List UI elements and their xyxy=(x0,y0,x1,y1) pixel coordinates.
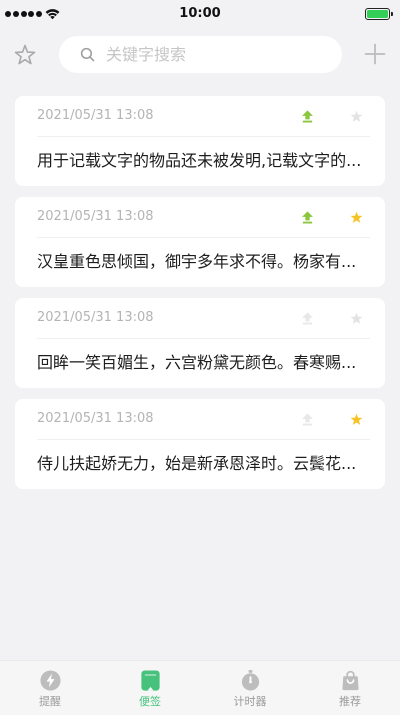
signal-dot xyxy=(36,11,43,17)
divider xyxy=(37,439,370,440)
note-card[interactable]: 2021/05/31 13:08 侍儿扶起娇无力，始是新承恩泽时。云鬓花... xyxy=(15,399,385,489)
divider xyxy=(37,338,370,339)
star-icon xyxy=(350,110,362,122)
tab-timer-label: 计时器 xyxy=(233,695,267,708)
app-screen: 10:00 2021/ xyxy=(0,0,400,715)
note-card[interactable]: 2021/05/31 13:08 用于记载文字的物品还未被发明,记载文字的... xyxy=(15,96,385,186)
reminder-bolt-icon xyxy=(39,670,61,691)
pin-to-top-icon xyxy=(301,109,313,122)
pin-to-top-button[interactable] xyxy=(298,410,316,428)
signal-dot xyxy=(20,11,27,17)
battery-tip xyxy=(391,12,393,16)
note-card[interactable]: 2021/05/31 13:08 回眸一笑百媚生，六宫粉黛无颜色。春寒赐... xyxy=(15,298,385,388)
wifi-icon xyxy=(45,9,60,20)
divider xyxy=(37,136,370,137)
tab-notes[interactable]: 便签 xyxy=(100,661,200,715)
signal-dot xyxy=(12,11,19,17)
tab-notes-label: 便签 xyxy=(139,695,161,708)
search-icon xyxy=(80,47,95,62)
pin-to-top-icon xyxy=(301,412,313,425)
note-card-header: 2021/05/31 13:08 xyxy=(15,96,385,136)
star-outline-icon xyxy=(14,44,36,65)
tab-recommend-label: 推荐 xyxy=(339,695,361,708)
plus-icon xyxy=(364,43,386,65)
header xyxy=(0,28,400,80)
pin-to-top-button[interactable] xyxy=(298,208,316,226)
tab-reminder-label: 提醒 xyxy=(39,695,61,708)
status-time: 10:00 xyxy=(179,6,221,21)
add-note-button[interactable] xyxy=(362,41,388,67)
pin-to-top-icon xyxy=(301,311,313,324)
pin-to-top-button[interactable] xyxy=(298,309,316,327)
note-date: 2021/05/31 13:08 xyxy=(37,310,154,325)
note-card-header: 2021/05/31 13:08 xyxy=(15,197,385,237)
note-text: 用于记载文字的物品还未被发明,记载文字的... xyxy=(37,151,362,170)
star-button[interactable] xyxy=(347,208,365,226)
star-icon xyxy=(350,413,362,425)
star-button[interactable] xyxy=(347,410,365,428)
note-text: 汉皇重色思倾国，御宇多年求不得。杨家有... xyxy=(37,252,357,271)
note-date: 2021/05/31 13:08 xyxy=(37,411,154,426)
star-button[interactable] xyxy=(347,309,365,327)
notebook-icon xyxy=(140,670,160,691)
note-date: 2021/05/31 13:08 xyxy=(37,209,154,224)
signal-dot xyxy=(5,11,11,17)
search-bar[interactable] xyxy=(59,36,342,73)
notes-list: 2021/05/31 13:08 用于记载文字的物品还未被发明,记载文字的... xyxy=(15,96,385,489)
star-icon xyxy=(350,211,362,223)
tab-timer[interactable]: 计时器 xyxy=(200,661,300,715)
note-date: 2021/05/31 13:08 xyxy=(37,108,154,123)
note-card[interactable]: 2021/05/31 13:08 汉皇重色思倾国，御宇多年求不得。杨家有... xyxy=(15,197,385,287)
cellular-signal-icon xyxy=(5,11,43,17)
pin-to-top-icon xyxy=(301,210,313,223)
status-bar: 10:00 xyxy=(0,0,400,28)
bottom-tab-bar: 提醒 便签 计时器 推荐 xyxy=(0,660,400,715)
stopwatch-icon xyxy=(241,669,259,691)
tab-reminder[interactable]: 提醒 xyxy=(0,661,100,715)
tab-recommend[interactable]: 推荐 xyxy=(300,661,400,715)
star-icon xyxy=(350,312,362,324)
pin-to-top-button[interactable] xyxy=(298,107,316,125)
search-input[interactable] xyxy=(106,45,336,64)
favorites-button[interactable] xyxy=(12,42,38,68)
note-card-header: 2021/05/31 13:08 xyxy=(15,399,385,439)
note-card-header: 2021/05/31 13:08 xyxy=(15,298,385,338)
note-text: 侍儿扶起娇无力，始是新承恩泽时。云鬓花... xyxy=(37,454,357,473)
star-button[interactable] xyxy=(347,107,365,125)
divider xyxy=(37,237,370,238)
battery-icon xyxy=(365,8,393,20)
shopping-bag-icon xyxy=(341,670,359,691)
note-text: 回眸一笑百媚生，六宫粉黛无颜色。春寒赐... xyxy=(37,353,357,372)
signal-dot xyxy=(28,11,35,17)
battery-level-fill xyxy=(367,10,388,18)
